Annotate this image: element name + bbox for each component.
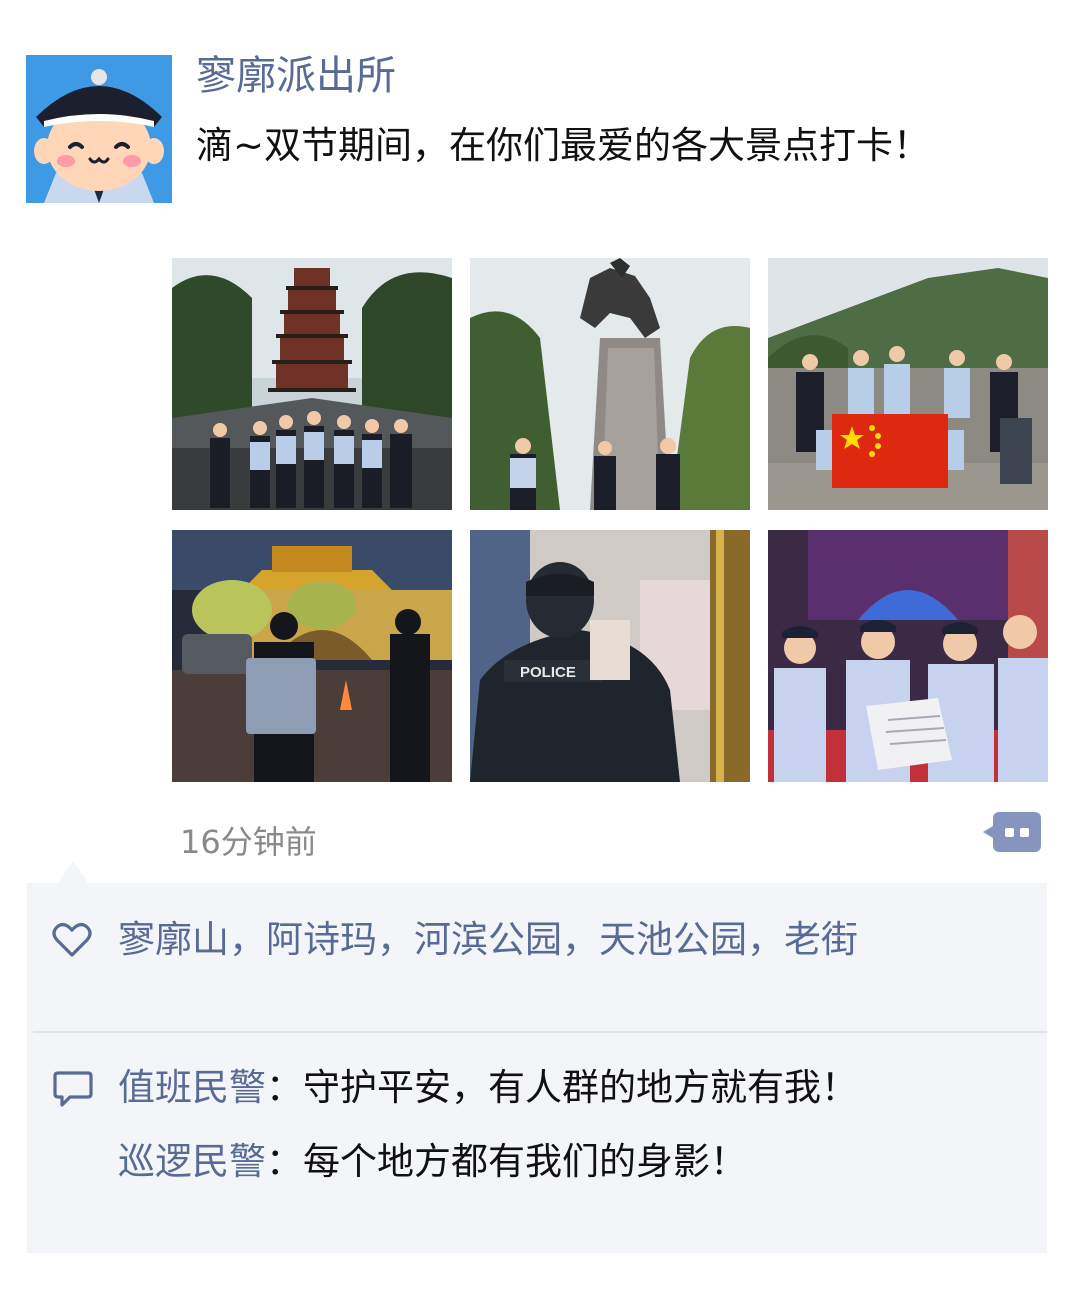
likes-list[interactable]: 寥廓山，阿诗玛，河滨公园，天池公园，老街 bbox=[118, 914, 858, 966]
photo-officers-reading-document[interactable] bbox=[768, 530, 1048, 782]
comment-icon bbox=[53, 1071, 93, 1107]
comment-author[interactable]: 值班民警 bbox=[118, 1066, 266, 1109]
more-actions-tail bbox=[983, 826, 993, 838]
post-text: 滴~双节期间，在你们最爱的各大景点打卡！ bbox=[196, 124, 931, 167]
dot-icon bbox=[1005, 828, 1014, 837]
panel-arrow bbox=[58, 861, 88, 883]
panel-divider bbox=[33, 1031, 1047, 1033]
comment-item[interactable]: 值班民警：守护平安，有人群的地方就有我！ bbox=[118, 1062, 858, 1114]
comment-author[interactable]: 巡逻民警 bbox=[118, 1140, 266, 1183]
comment-item[interactable]: 巡逻民警：每个地方都有我们的身影！ bbox=[118, 1136, 747, 1188]
heart-icon bbox=[52, 923, 92, 957]
photo-flag-salute[interactable] bbox=[768, 258, 1048, 510]
post-time: 16分钟前 bbox=[180, 823, 317, 861]
more-actions-button[interactable] bbox=[983, 812, 1041, 852]
photo-pagoda-police-lineup[interactable] bbox=[172, 258, 452, 510]
author-name[interactable]: 寥廓派出所 bbox=[196, 50, 396, 102]
comment-text: 每个地方都有我们的身影！ bbox=[303, 1140, 747, 1183]
comment-separator: ： bbox=[266, 1140, 303, 1183]
photo-police-back-interior[interactable]: POLICE bbox=[470, 530, 750, 782]
avatar[interactable] bbox=[26, 55, 172, 203]
comment-separator: ： bbox=[266, 1066, 303, 1109]
photo-badge-text: POLICE bbox=[520, 664, 576, 681]
photo-night-patrol-gate[interactable] bbox=[172, 530, 452, 782]
dot-icon bbox=[1020, 828, 1029, 837]
photo-horse-statue-patrol[interactable] bbox=[470, 258, 750, 510]
comment-text: 守护平安，有人群的地方就有我！ bbox=[303, 1066, 858, 1109]
